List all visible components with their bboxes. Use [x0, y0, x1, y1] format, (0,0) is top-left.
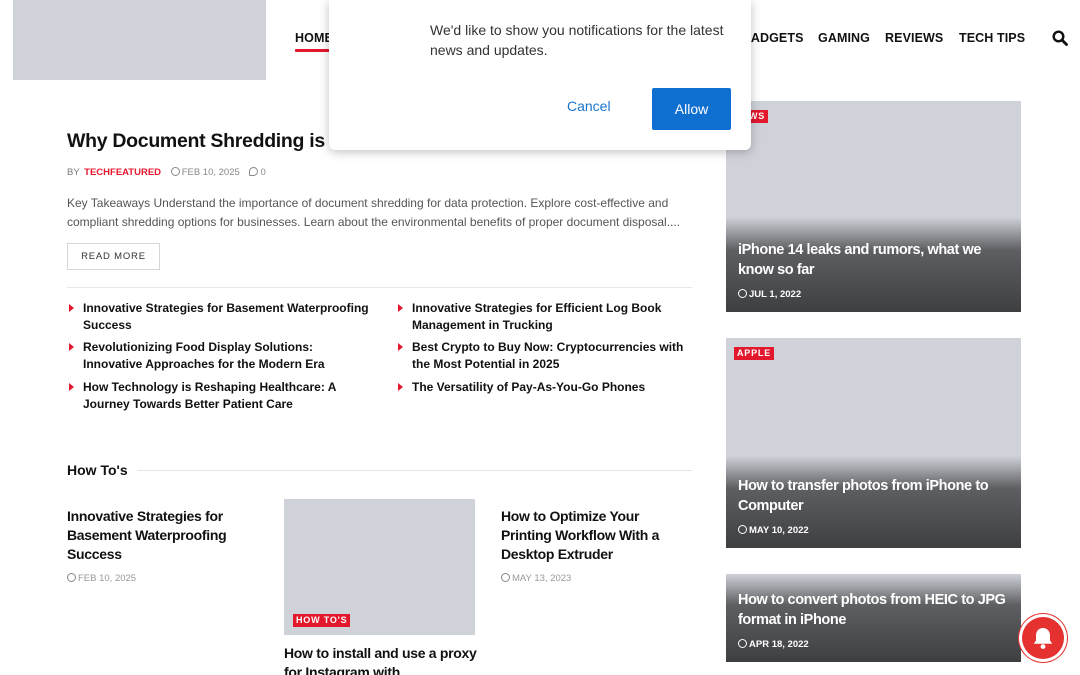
popup-message: We'd like to show you notifications for …: [430, 22, 724, 58]
divider: [67, 287, 692, 288]
nav-item-gaming[interactable]: GAMING: [818, 31, 870, 45]
howto-card-title[interactable]: How to install and use a proxy for Insta…: [284, 644, 479, 675]
sidebar-post-date: JUL 1, 2022: [738, 289, 801, 300]
howto-card-date: FEB 10, 2025: [67, 573, 136, 584]
comment-icon: [249, 167, 259, 176]
section-divider: [137, 470, 692, 471]
clock-icon: [738, 289, 747, 298]
cancel-button[interactable]: Cancel: [567, 98, 611, 114]
notification-popup: We'd like to show you notifications for …: [329, 0, 751, 150]
howto-card-date-text: MAY 13, 2023: [512, 573, 572, 584]
sidebar-post-date-text: APR 18, 2022: [749, 639, 809, 650]
category-tag[interactable]: HOW TO'S: [293, 614, 351, 627]
search-icon[interactable]: [1052, 30, 1068, 46]
howto-card-title[interactable]: How to Optimize Your Printing Workflow W…: [501, 507, 691, 564]
sidebar-post-card[interactable]: APPLE How to transfer photos from iPhone…: [726, 338, 1021, 548]
sidebar-post-date: APR 18, 2022: [738, 639, 809, 650]
comment-count[interactable]: 0: [249, 167, 266, 178]
sidebar-post-card[interactable]: How to convert photos from HEIC to JPG f…: [726, 574, 1021, 662]
nav-item-tech-tips[interactable]: TECH TIPS: [959, 31, 1025, 45]
section-title-howtos[interactable]: How To's: [67, 462, 128, 478]
related-link[interactable]: Innovative Strategies for Efficient Log …: [398, 300, 702, 334]
howto-card-title[interactable]: Innovative Strategies for Basement Water…: [67, 507, 247, 564]
sidebar-post-date-text: MAY 10, 2022: [749, 525, 809, 536]
sidebar-post-date: MAY 10, 2022: [738, 525, 809, 536]
related-link[interactable]: How Technology is Reshaping Healthcare: …: [69, 379, 353, 413]
featured-post-meta: BY TECHFEATURED FEB 10, 2025 0: [67, 167, 266, 178]
clock-icon: [738, 639, 747, 648]
clock-icon: [170, 167, 180, 176]
howto-card-date-text: FEB 10, 2025: [78, 573, 137, 584]
nav-item-reviews[interactable]: REVIEWS: [885, 31, 943, 45]
nav-item-home[interactable]: HOME: [295, 31, 333, 52]
read-more-button[interactable]: READ MORE: [67, 243, 160, 270]
clock-icon: [67, 573, 76, 582]
sidebar-post-date-text: JUL 1, 2022: [749, 289, 802, 300]
site-logo[interactable]: [13, 0, 266, 80]
clock-icon: [501, 573, 510, 582]
byline-prefix: BY: [67, 167, 80, 178]
sidebar-post-title[interactable]: How to convert photos from HEIC to JPG f…: [738, 590, 1013, 630]
related-link[interactable]: Innovative Strategies for Basement Water…: [69, 300, 373, 334]
author-link[interactable]: TECHFEATURED: [84, 167, 161, 178]
related-link[interactable]: The Versatility of Pay-As-You-Go Phones: [398, 379, 702, 396]
featured-post-excerpt: Key Takeaways Understand the importance …: [67, 196, 681, 229]
post-date-text: FEB 10, 2025: [181, 167, 240, 178]
comment-count-text: 0: [260, 167, 266, 178]
related-link[interactable]: Revolutionizing Food Display Solutions: …: [69, 339, 373, 373]
clock-icon: [738, 525, 747, 534]
post-date: FEB 10, 2025: [170, 167, 240, 178]
bell-icon: [1033, 628, 1053, 649]
notification-bell-button[interactable]: [1022, 617, 1064, 659]
sidebar-post-title[interactable]: iPhone 14 leaks and rumors, what we know…: [738, 240, 1013, 280]
sidebar-post-title[interactable]: How to transfer photos from iPhone to Co…: [738, 476, 1013, 516]
category-tag[interactable]: APPLE: [734, 347, 775, 360]
related-link[interactable]: Best Crypto to Buy Now: Cryptocurrencies…: [398, 339, 702, 373]
sidebar-post-card[interactable]: WS iPhone 14 leaks and rumors, what we k…: [726, 101, 1021, 312]
allow-button[interactable]: Allow: [652, 88, 731, 130]
howto-card-date: MAY 13, 2023: [501, 573, 571, 584]
